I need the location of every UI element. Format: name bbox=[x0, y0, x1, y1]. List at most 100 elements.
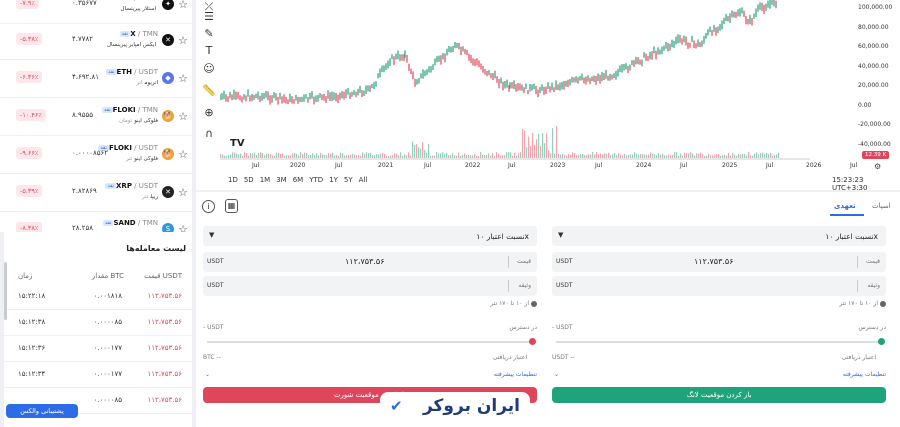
lines-icon[interactable]: ☰ bbox=[202, 10, 216, 24]
calculator-icon[interactable]: ▦ bbox=[225, 199, 238, 213]
y-tick-label: 100,000.00 bbox=[858, 4, 893, 11]
coin-row[interactable]: ☆ S نقد SAND / TMN ۲۸.۲۵۸ -۸.۳۸٪ bbox=[0, 211, 192, 232]
volume-bar bbox=[726, 155, 728, 158]
star-icon[interactable]: ☆ bbox=[178, 72, 188, 85]
y-tick-label: 60,000.00 bbox=[858, 43, 889, 50]
volume-bar bbox=[242, 155, 244, 158]
star-icon[interactable]: ☆ bbox=[178, 34, 188, 47]
tab-spot[interactable]: اسپات bbox=[872, 202, 891, 210]
credit-label: اعتبار دریافتی bbox=[841, 354, 876, 361]
timeframe-button[interactable]: 6M bbox=[293, 176, 304, 184]
tab-margin[interactable]: تعهدی bbox=[834, 202, 856, 210]
volume-bar bbox=[324, 154, 326, 158]
volume-bar bbox=[424, 150, 426, 158]
margin-input[interactable]: USDT وثیقه bbox=[203, 276, 537, 296]
amount-slider[interactable] bbox=[207, 338, 536, 345]
timeframe-button[interactable]: 3M bbox=[276, 176, 287, 184]
volume-bar bbox=[584, 155, 586, 158]
volume-bar bbox=[778, 152, 780, 158]
volume-bar bbox=[460, 155, 462, 158]
volume-bar bbox=[300, 152, 302, 158]
coin-row[interactable]: ☆ ◆ نقد ETH / USDT اتریوماتر ۴،۶۹۲.۸۱ -۶.۳۶٪ bbox=[0, 60, 192, 98]
coin-symbol: XRP bbox=[116, 182, 132, 190]
star-icon[interactable]: ☆ bbox=[178, 186, 188, 199]
timeframe-button[interactable]: 1Y bbox=[329, 176, 338, 184]
timeframe-button[interactable]: 1M bbox=[260, 176, 271, 184]
margin-input[interactable]: USDT وثیقه bbox=[552, 276, 886, 296]
open-long-button[interactable]: باز کردن موقعیت لانگ bbox=[552, 387, 886, 403]
volume-bar bbox=[670, 155, 672, 158]
timeframe-button[interactable]: 5D bbox=[244, 176, 254, 184]
zoom-icon[interactable]: ⊕ bbox=[202, 106, 216, 120]
x-tick-label: 2026 bbox=[806, 162, 822, 169]
volume-bar bbox=[448, 155, 450, 158]
volume-bar bbox=[314, 155, 316, 158]
watermark: ✔ ایران بروکر bbox=[380, 392, 530, 427]
volume-bar bbox=[496, 152, 498, 158]
coin-row[interactable]: ☆ 🐕 نقد FLOKI / TMN فلوکی اینوتومان ۸.۹۵۵۵ -۱۰… bbox=[0, 98, 192, 136]
volume-bar bbox=[472, 155, 474, 158]
support-button[interactable]: پشتیبانی والکس bbox=[6, 404, 78, 418]
volume-bar bbox=[482, 154, 484, 158]
coin-tag: نقد bbox=[105, 183, 117, 189]
volume-bar bbox=[312, 153, 314, 158]
text-icon[interactable]: T bbox=[202, 44, 216, 58]
volume-bar bbox=[320, 152, 322, 158]
coin-row[interactable]: ☆ ✦ XLM / USDT استلار پیرینسال ۰.۳۵۶۷۷ -۷.۹٪ bbox=[0, 0, 192, 24]
volume-bar bbox=[342, 153, 344, 158]
price-label: قیمت bbox=[516, 258, 531, 265]
volume-bar bbox=[290, 155, 292, 158]
coin-row[interactable]: ☆ 🐕 نقد FLOKI / USDT فلوکی اینوتتر ۰.۰۰۰۰۸۵۶۲… bbox=[0, 136, 192, 174]
volume-bar bbox=[458, 152, 460, 158]
volume-bar bbox=[672, 155, 674, 158]
volume-bar bbox=[712, 155, 714, 158]
volume-bar bbox=[422, 142, 424, 158]
advanced-settings-link[interactable]: تنظیمات پیشرفته bbox=[494, 371, 537, 378]
price-chart[interactable] bbox=[220, 0, 860, 160]
price-input[interactable]: USDT ۱۱۲،۷۵۳.۵۶ قیمت bbox=[203, 252, 537, 272]
timeframe-button[interactable]: 1D bbox=[228, 176, 238, 184]
volume-bar bbox=[410, 155, 412, 158]
magnet-icon[interactable]: ∩ bbox=[202, 127, 216, 141]
star-icon[interactable]: ☆ bbox=[178, 110, 188, 123]
price-label: قیمت bbox=[865, 258, 880, 265]
slider-knob[interactable] bbox=[529, 338, 536, 345]
emoji-icon[interactable]: ☺ bbox=[202, 62, 216, 76]
trades-scrollbar[interactable] bbox=[4, 262, 7, 320]
brush-icon[interactable]: ✎ bbox=[202, 27, 216, 41]
margin-label: وثیقه bbox=[518, 282, 531, 289]
gear-icon[interactable]: ⚙ bbox=[874, 162, 881, 171]
leverage-select[interactable]: نسبت اعتبار ۱۰x ▼ bbox=[203, 226, 537, 246]
advanced-settings-link[interactable]: تنظیمات پیشرفته bbox=[843, 371, 886, 378]
volume-bar bbox=[366, 152, 368, 158]
coin-change: -۷.۹٪ bbox=[16, 0, 39, 9]
info-icon[interactable]: i bbox=[202, 200, 215, 213]
star-icon[interactable]: ☆ bbox=[178, 0, 188, 11]
coin-pair: نقد XRP / USDT bbox=[103, 182, 158, 190]
volume-bar bbox=[592, 152, 594, 158]
timeframe-button[interactable]: YTD bbox=[309, 176, 323, 184]
star-icon[interactable]: ☆ bbox=[178, 223, 188, 232]
star-icon[interactable]: ☆ bbox=[178, 148, 188, 161]
leverage-select[interactable]: نسبت اعتبار ۱۰x ▼ bbox=[552, 226, 886, 246]
chevron-down-icon[interactable]: ⌄ bbox=[554, 371, 559, 378]
volume-bar bbox=[548, 150, 550, 158]
trades-panel: لیست معامله‌ها قیمت USDT مقدار BTC زمان … bbox=[4, 232, 192, 427]
volume-bar bbox=[288, 155, 290, 158]
coin-row[interactable]: ☆ ✕ نقد XRP / USDT ریپلتتر ۲.۸۲۸۶۹ -۵.۳۹٪ bbox=[0, 174, 192, 212]
ruler-icon[interactable]: 📏 bbox=[202, 84, 216, 98]
chevron-down-icon[interactable]: ⌄ bbox=[205, 371, 210, 378]
coin-subtitle: ریپلتتر bbox=[142, 194, 158, 200]
slider-knob[interactable] bbox=[878, 338, 885, 345]
timeframe-button[interactable]: 5Y bbox=[344, 176, 353, 184]
volume-bar bbox=[590, 154, 592, 158]
coin-row[interactable]: ☆ ✕ نقد X / TMN ایکس امپایر پیرینسال ۴.۷۷۸۲ -۵… bbox=[0, 22, 192, 60]
available-label: در دسترس bbox=[509, 324, 537, 331]
volume-bar bbox=[436, 152, 438, 158]
volume-bar bbox=[674, 152, 676, 158]
volume-bar bbox=[772, 155, 774, 158]
price-input[interactable]: USDT ۱۱۲،۷۵۳.۵۶ قیمت bbox=[552, 252, 886, 272]
amount-slider[interactable] bbox=[556, 338, 885, 345]
coin-pair: نقد X / TMN bbox=[118, 30, 158, 38]
timeframe-button[interactable]: All bbox=[359, 176, 368, 184]
